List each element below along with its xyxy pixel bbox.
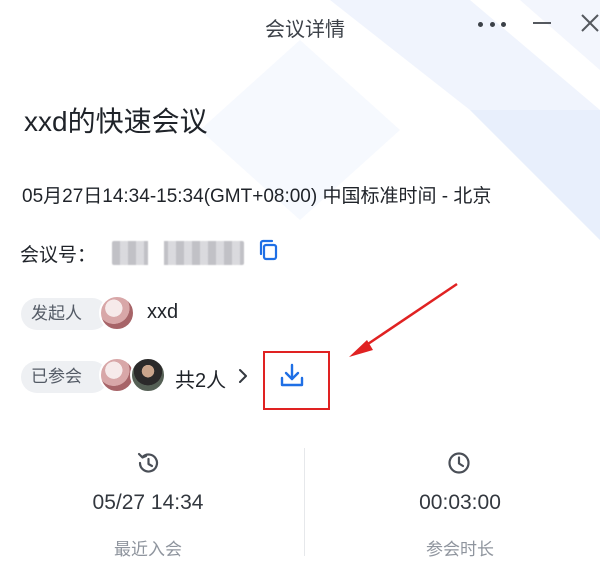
participants-count[interactable]: 共2人: [175, 364, 226, 393]
participants-tag-label: 已参会: [31, 367, 82, 386]
history-clock-icon: [137, 452, 159, 473]
participant-avatar[interactable]: [130, 357, 166, 393]
window-title: 会议详情: [265, 19, 345, 41]
annotation-arrow: [349, 282, 458, 357]
participants-tag: 已参会: [21, 361, 108, 393]
annotation-highlight-box: [263, 351, 330, 410]
duration-value: 00:03:00: [419, 491, 501, 514]
clock-icon: [448, 452, 470, 474]
organizer-avatar[interactable]: [99, 295, 135, 331]
duration-label: 参会时长: [426, 540, 494, 559]
close-icon[interactable]: [580, 12, 600, 34]
organizer-tag: 发起人: [21, 298, 108, 330]
organizer-name: xxd: [147, 301, 179, 323]
meeting-time: 05月27日14:34-15:34(GMT+08:00) 中国标准时间 - 北京: [22, 186, 492, 207]
stats-divider: [304, 448, 305, 556]
title-bar: 会议详情: [0, 0, 600, 50]
meeting-title: xxd的快速会议: [24, 106, 208, 137]
minimize-icon[interactable]: [533, 22, 551, 24]
organizer-tag-label: 发起人: [31, 304, 82, 323]
copy-icon[interactable]: [257, 239, 279, 261]
more-horizontal-icon[interactable]: [478, 22, 506, 28]
meeting-id-redacted: [112, 241, 244, 265]
chevron-right-icon[interactable]: [237, 367, 249, 385]
recent-join-label: 最近入会: [114, 540, 182, 559]
recent-join-value: 05/27 14:34: [92, 491, 204, 514]
meeting-id-label: 会议号：: [20, 245, 97, 266]
